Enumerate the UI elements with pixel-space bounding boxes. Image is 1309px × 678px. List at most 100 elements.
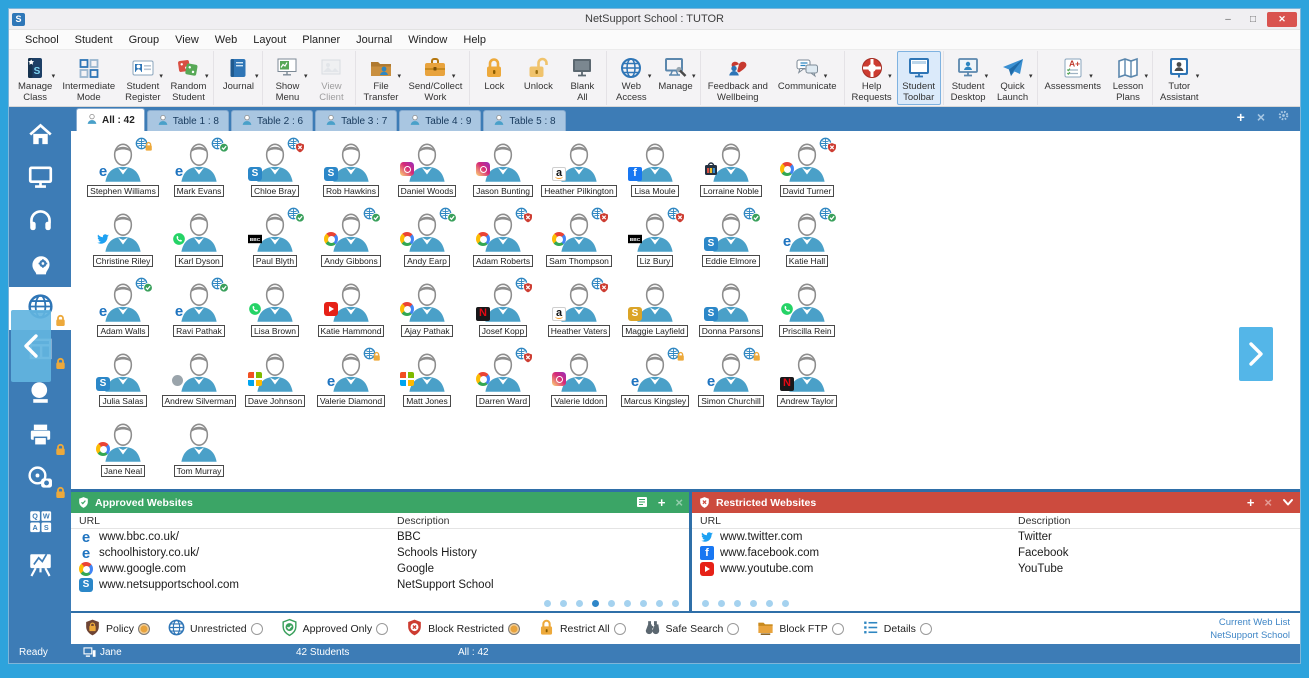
close-button[interactable]: ✕ — [1267, 12, 1297, 27]
list-icon[interactable] — [636, 496, 648, 510]
column-url[interactable]: URL — [700, 515, 1018, 527]
collapse-icon[interactable] — [1282, 496, 1294, 510]
student-matt-jones[interactable]: Matt Jones — [389, 351, 465, 409]
add-icon[interactable]: + — [658, 496, 666, 509]
radio-safe-search[interactable] — [727, 623, 739, 635]
menu-layout[interactable]: Layout — [245, 32, 294, 48]
dropdown-arrow-icon[interactable]: ▾ — [648, 72, 652, 80]
dropdown-arrow-icon[interactable]: ▾ — [692, 72, 696, 80]
website-row[interactable]: Swww.netsupportschool.comNetSupport Scho… — [71, 577, 689, 593]
radio-details[interactable] — [920, 623, 932, 635]
student-andy-earp[interactable]: Andy Earp — [389, 211, 465, 269]
dropdown-arrow-icon[interactable]: ▾ — [1029, 72, 1033, 80]
close-icon[interactable]: × — [675, 496, 683, 509]
toolbar-student-register[interactable]: ▾StudentRegister — [120, 51, 165, 105]
add-tab-icon[interactable]: + — [1237, 110, 1245, 124]
option-restrict-all[interactable]: Restrict All — [537, 618, 626, 640]
sidebar-whiteboard[interactable] — [9, 545, 71, 588]
toolbar-student-toolbar[interactable]: StudentToolbar — [897, 51, 941, 105]
student-maggie-layfield[interactable]: SMaggie Layfield — [617, 281, 693, 339]
dropdown-arrow-icon[interactable]: ▾ — [1145, 72, 1149, 80]
sidebar-home[interactable] — [9, 115, 71, 158]
dropdown-arrow-icon[interactable]: ▾ — [1196, 72, 1200, 80]
student-jason-bunting[interactable]: Jason Bunting — [465, 141, 541, 199]
tab-settings-icon[interactable] — [1277, 109, 1290, 124]
dropdown-arrow-icon[interactable]: ▾ — [888, 72, 892, 80]
website-row[interactable]: ewww.bbc.co.uk/BBC — [71, 529, 689, 545]
student-stephen-williams[interactable]: eStephen Williams — [85, 141, 161, 199]
student-david-turner[interactable]: David Turner — [769, 141, 845, 199]
student-mark-evans[interactable]: eMark Evans — [161, 141, 237, 199]
tab-table-2-6[interactable]: Table 2 : 6 — [231, 110, 313, 131]
dropdown-arrow-icon[interactable]: ▾ — [824, 72, 828, 80]
toolbar-blank-all[interactable]: BlankAll — [560, 51, 604, 105]
menu-school[interactable]: School — [17, 32, 67, 48]
column-description[interactable]: Description — [397, 515, 681, 527]
student-lisa-moule[interactable]: fLisa Moule — [617, 141, 693, 199]
toolbar-intermediate-mode[interactable]: IntermediateMode — [57, 51, 120, 105]
student-tom-murray[interactable]: Tom Murray — [161, 421, 237, 479]
website-row[interactable]: fwww.facebook.comFacebook — [692, 545, 1300, 561]
student-adam-roberts[interactable]: Adam Roberts — [465, 211, 541, 269]
radio-block-restricted[interactable] — [508, 623, 520, 635]
scroll-right-button[interactable] — [1239, 327, 1273, 381]
student-paul-blyth[interactable]: BBCPaul Blyth — [237, 211, 313, 269]
student-andy-gibbons[interactable]: Andy Gibbons — [313, 211, 389, 269]
dropdown-arrow-icon[interactable]: ▾ — [985, 72, 989, 80]
student-valerie-iddon[interactable]: Valerie Iddon — [541, 351, 617, 409]
dropdown-arrow-icon[interactable]: ▾ — [1089, 72, 1093, 80]
toolbar-lesson-plans[interactable]: ▾LessonPlans — [1106, 51, 1150, 105]
dropdown-arrow-icon[interactable]: ▾ — [52, 72, 56, 80]
radio-block-ftp[interactable] — [832, 623, 844, 635]
close-icon[interactable]: × — [1264, 496, 1272, 509]
toolbar-random-student[interactable]: ▾RandomStudent — [166, 51, 212, 105]
student-christine-riley[interactable]: Christine Riley — [85, 211, 161, 269]
option-block-ftp[interactable]: Block FTP — [756, 618, 843, 640]
toolbar-student-desktop[interactable]: ▾StudentDesktop — [946, 51, 991, 105]
student-simon-churchill[interactable]: eSimon Churchill — [693, 351, 769, 409]
toolbar-communicate[interactable]: ▾Communicate — [773, 51, 842, 105]
student-jane-neal[interactable]: Jane Neal — [85, 421, 161, 479]
sidebar-typing[interactable]: QWAS — [9, 502, 71, 545]
menu-group[interactable]: Group — [121, 32, 168, 48]
student-liz-bury[interactable]: BBCLiz Bury — [617, 211, 693, 269]
student-heather-pilkington[interactable]: aHeather Pilkington — [541, 141, 617, 199]
tab-table-4-9[interactable]: Table 4 : 9 — [399, 110, 481, 131]
sidebar-thinking[interactable] — [9, 244, 71, 287]
add-icon[interactable]: + — [1247, 496, 1255, 509]
tab-table-5-8[interactable]: Table 5 : 8 — [483, 110, 565, 131]
student-andrew-taylor[interactable]: NAndrew Taylor — [769, 351, 845, 409]
toolbar-web-access[interactable]: ▾WebAccess — [609, 51, 653, 105]
student-julia-salas[interactable]: SJulia Salas — [85, 351, 161, 409]
maximize-button[interactable]: □ — [1242, 12, 1264, 27]
toolbar-unlock[interactable]: Unlock — [516, 51, 560, 105]
dropdown-arrow-icon[interactable]: ▾ — [304, 72, 308, 80]
toolbar-journal[interactable]: ▾Journal — [216, 51, 260, 105]
toolbar-manage-class[interactable]: S▾ManageClass — [13, 51, 57, 105]
dropdown-arrow-icon[interactable]: ▾ — [397, 72, 401, 80]
student-darren-ward[interactable]: Darren Ward — [465, 351, 541, 409]
student-ajay-pathak[interactable]: Ajay Pathak — [389, 281, 465, 339]
student-karl-dyson[interactable]: Karl Dyson — [161, 211, 237, 269]
toolbar-lock[interactable]: Lock — [472, 51, 516, 105]
column-url[interactable]: URL — [79, 515, 397, 527]
student-lisa-brown[interactable]: Lisa Brown — [237, 281, 313, 339]
student-daniel-woods[interactable]: Daniel Woods — [389, 141, 465, 199]
sidebar-headphones[interactable] — [9, 201, 71, 244]
option-details[interactable]: Details — [861, 618, 932, 640]
toolbar-quick-launch[interactable]: ▾QuickLaunch — [991, 51, 1035, 105]
student-katie-hall[interactable]: eKatie Hall — [769, 211, 845, 269]
dropdown-arrow-icon[interactable]: ▾ — [452, 72, 456, 80]
sidebar-monitor[interactable] — [9, 158, 71, 201]
website-row[interactable]: eschoolhistory.co.uk/Schools History — [71, 545, 689, 561]
option-safe-search[interactable]: Safe Search — [643, 618, 740, 640]
menu-student[interactable]: Student — [67, 32, 121, 48]
menu-window[interactable]: Window — [400, 32, 455, 48]
toolbar-file-transfer[interactable]: ▾FileTransfer — [358, 51, 403, 105]
website-row[interactable]: www.google.comGoogle — [71, 561, 689, 577]
column-description[interactable]: Description — [1018, 515, 1292, 527]
menu-help[interactable]: Help — [455, 32, 494, 48]
student-adam-walls[interactable]: eAdam Walls — [85, 281, 161, 339]
option-block-restricted[interactable]: Block Restricted — [405, 618, 520, 640]
option-unrestricted[interactable]: Unrestricted — [167, 618, 263, 640]
